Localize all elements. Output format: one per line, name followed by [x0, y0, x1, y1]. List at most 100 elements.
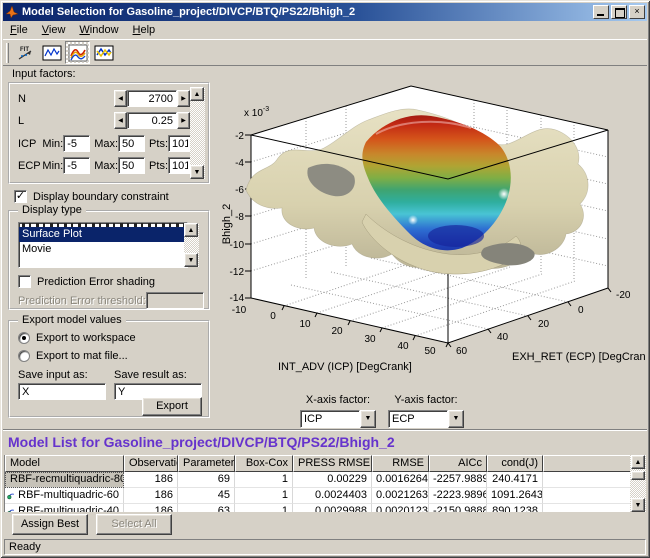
cell-filler	[543, 488, 631, 504]
n-spin-left-icon[interactable]: ◀	[114, 90, 127, 107]
export-button[interactable]: Export	[142, 397, 202, 416]
model-name-cell: RBF-recmultiquadric-80	[5, 472, 124, 488]
surface-plot[interactable]: x 10-3 -2 -4 -6 -8 -10 -12 -14 -10 0 10 …	[216, 64, 646, 388]
cell-box-cox: 1	[235, 488, 293, 504]
cell-aicc: -2257.9889	[429, 472, 487, 488]
col-parameters[interactable]: Parameters	[178, 455, 235, 472]
l-spin-left-icon[interactable]: ◀	[114, 112, 127, 129]
col-rmse[interactable]: RMSE	[372, 455, 429, 472]
col-cond-j[interactable]: cond(J)	[487, 455, 543, 472]
y-axis-factor-combo[interactable]: ECP ▼	[388, 410, 464, 428]
table-row[interactable]: RBF-multiquadric-40 186 63 1 0.0029988 0…	[5, 504, 631, 512]
svg-text:30: 30	[364, 334, 376, 345]
export-matfile-radio[interactable]	[18, 350, 30, 362]
svg-text:40: 40	[497, 332, 509, 343]
model-selection-window: Model Selection for Gasoline_project/DIV…	[0, 0, 650, 558]
svg-text:0: 0	[578, 305, 584, 316]
boundary-constraint-checkbox[interactable]: ✓	[14, 190, 27, 203]
cell-observations: 186	[124, 504, 178, 512]
icp-min-input[interactable]	[63, 135, 90, 152]
svg-text:-20: -20	[616, 290, 631, 301]
table-row[interactable]: RBF-recmultiquadric-80 186 69 1 0.00229 …	[5, 472, 631, 488]
cross-section-icon[interactable]	[91, 41, 116, 64]
input-factors-scrollbar[interactable]: ▲ ▼	[190, 87, 205, 179]
svg-text:50: 50	[424, 346, 436, 357]
title-bar[interactable]: Model Selection for Gasoline_project/DIV…	[3, 3, 647, 21]
svg-text:40: 40	[397, 341, 409, 352]
col-observations[interactable]: Observations	[124, 455, 178, 472]
table-row[interactable]: RBF-multiquadric-60 186 45 1 0.0024403 0…	[5, 488, 631, 504]
list-item-surface-plot[interactable]: Surface Plot	[19, 227, 187, 242]
maximize-button[interactable]	[611, 5, 627, 19]
menu-help[interactable]: Help	[126, 22, 163, 38]
svg-text:-8: -8	[235, 212, 244, 223]
x-axis-factor-combo[interactable]: ICP ▼	[300, 410, 376, 428]
status-text: Ready	[9, 541, 41, 553]
toolbar: FIT	[3, 39, 647, 66]
export-workspace-radio[interactable]	[18, 332, 30, 344]
svg-text:-4: -4	[235, 158, 244, 169]
l-value-input[interactable]	[127, 112, 177, 129]
minimize-button[interactable]	[593, 5, 609, 19]
ecp-min-input[interactable]	[63, 157, 90, 174]
model-table: Model Observations Parameters Box-Cox PR…	[4, 455, 646, 512]
model-name-cell: RBF-multiquadric-40	[5, 504, 124, 512]
cell-rmse: 0.0016264	[372, 472, 429, 488]
line-plot-icon[interactable]	[39, 41, 64, 64]
scroll-down-icon[interactable]: ▼	[631, 498, 645, 512]
ecp-pts-input[interactable]	[168, 157, 192, 174]
surface-view-icon[interactable]	[65, 41, 90, 64]
y-axis-factor-value: ECP	[388, 410, 448, 428]
factor-icp-label: ICP	[18, 138, 42, 150]
pe-threshold-input	[146, 292, 204, 309]
z-axis-label: Bhigh_2	[221, 204, 233, 244]
cell-press-rmse: 0.0024403	[293, 488, 372, 504]
display-type-listbox[interactable]: Surface Plot Movie	[18, 222, 188, 268]
save-input-label: Save input as:	[18, 369, 88, 381]
scrollbar-thumb[interactable]	[631, 471, 645, 480]
list-item-movie[interactable]: Movie	[19, 242, 187, 257]
display-type-scrollbar[interactable]: ▲ ▼	[184, 223, 199, 267]
pe-shading-checkbox[interactable]	[18, 275, 31, 288]
n-spin-right-icon[interactable]: ▶	[177, 90, 190, 107]
model-name: RBF-recmultiquadric-80	[10, 472, 124, 487]
scroll-up-icon[interactable]: ▲	[184, 223, 198, 237]
col-filler	[543, 455, 631, 472]
menu-file[interactable]: File	[3, 22, 35, 38]
icp-pts-input[interactable]	[168, 135, 192, 152]
factor-l-label: L	[18, 115, 24, 127]
status-bar: Ready	[4, 539, 646, 555]
l-spin-right-icon[interactable]: ▶	[177, 112, 190, 129]
col-model[interactable]: Model	[5, 455, 124, 472]
chevron-down-icon[interactable]: ▼	[360, 410, 376, 428]
icp-max-input[interactable]	[118, 135, 145, 152]
table-scrollbar[interactable]: ▲ ▼	[630, 455, 646, 512]
scroll-up-icon[interactable]: ▲	[190, 87, 204, 101]
assign-best-button[interactable]: Assign Best	[12, 514, 88, 535]
boundary-constraint-label: Display boundary constraint	[33, 191, 169, 203]
ecp-max-input[interactable]	[118, 157, 145, 174]
export-matfile-label: Export to mat file...	[36, 350, 128, 362]
n-value-input[interactable]	[127, 90, 177, 107]
chevron-down-icon[interactable]: ▼	[448, 410, 464, 428]
col-press-rmse[interactable]: PRESS RMSE	[293, 455, 372, 472]
col-box-cox[interactable]: Box-Cox	[235, 455, 293, 472]
save-input-field[interactable]	[18, 383, 106, 400]
cell-cond-j: 240.4171	[487, 472, 543, 488]
cell-cond-j: 890.1238	[487, 504, 543, 512]
col-aicc[interactable]: AICc	[429, 455, 487, 472]
toolbar-grip[interactable]	[6, 43, 9, 63]
model-icon	[7, 490, 15, 502]
cell-parameters: 63	[178, 504, 235, 512]
scroll-up-icon[interactable]: ▲	[631, 455, 645, 469]
close-button[interactable]: ×	[629, 5, 645, 19]
scroll-down-icon[interactable]: ▼	[184, 253, 198, 267]
menu-view[interactable]: View	[35, 22, 73, 38]
scroll-down-icon[interactable]: ▼	[190, 165, 204, 179]
svg-text:-6: -6	[235, 185, 244, 196]
svg-text:-12: -12	[230, 267, 245, 278]
svg-text:20: 20	[331, 326, 343, 337]
menu-window[interactable]: Window	[72, 22, 125, 38]
fit-plot-icon[interactable]: FIT	[13, 41, 38, 64]
y-axis-factor-label: Y-axis factor:	[394, 394, 457, 406]
